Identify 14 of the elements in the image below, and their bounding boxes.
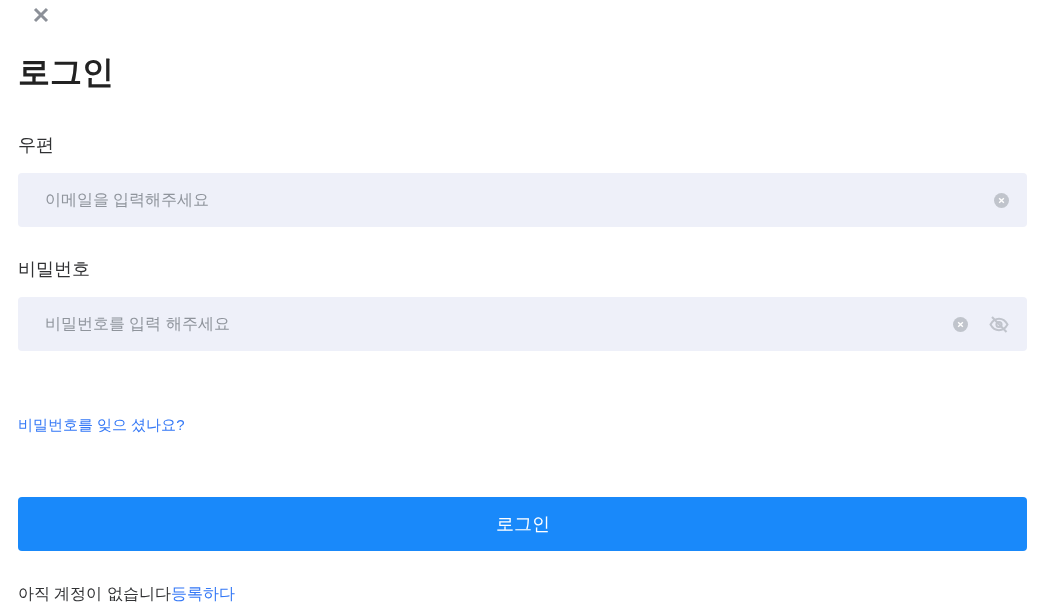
signup-prompt: 아직 계정이 없습니다등록하다 bbox=[18, 584, 235, 604]
page-title: 로그인 bbox=[18, 53, 115, 92]
clear-icon[interactable] bbox=[994, 192, 1009, 208]
close-button[interactable] bbox=[32, 6, 50, 24]
eye-off-icon[interactable] bbox=[989, 315, 1009, 333]
password-field[interactable]: 비밀번호를 입력 해주세요 bbox=[18, 297, 1027, 351]
email-field[interactable]: 이메일을 입력해주세요 bbox=[18, 173, 1027, 227]
field-label: 비밀번호 bbox=[18, 258, 91, 281]
field-label: 우편 bbox=[18, 134, 55, 157]
signup-link[interactable]: 등록하다 bbox=[170, 585, 235, 602]
clear-icon[interactable] bbox=[953, 316, 968, 332]
close-icon bbox=[33, 7, 49, 23]
login-button[interactable]: 로그인 bbox=[18, 497, 1027, 551]
forgot-password-link[interactable]: 비밀번호를 잊으 셨나요? bbox=[18, 414, 185, 436]
